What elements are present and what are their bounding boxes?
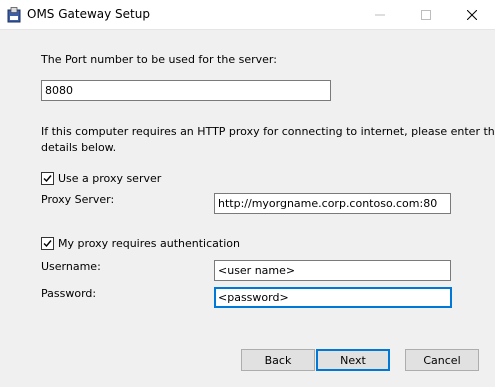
window-title: OMS Gateway Setup: [27, 7, 150, 21]
use-proxy-label: Use a proxy server: [58, 172, 162, 185]
maximize-icon: [421, 9, 431, 20]
auth-checkbox-row[interactable]: My proxy requires authentication: [41, 237, 240, 250]
next-button[interactable]: Next: [316, 349, 390, 371]
proxy-info-line2: details below.: [41, 141, 117, 154]
minimize-icon: [375, 14, 385, 15]
checkmark-icon: [43, 175, 52, 183]
auth-label: My proxy requires authentication: [58, 237, 240, 250]
checkmark-icon: [43, 240, 52, 248]
installer-app-icon: [7, 7, 21, 23]
maximize-button[interactable]: [403, 0, 449, 29]
use-proxy-checkbox-row[interactable]: Use a proxy server: [41, 172, 161, 185]
username-label: Username:: [41, 260, 101, 273]
back-button[interactable]: Back: [241, 349, 315, 371]
use-proxy-checkbox[interactable]: [41, 172, 54, 185]
setup-dialog-body: The Port number to be used for the serve…: [0, 30, 495, 387]
cancel-button[interactable]: Cancel: [405, 349, 479, 371]
password-input[interactable]: <password>: [214, 287, 452, 308]
username-input[interactable]: <user name>: [214, 260, 451, 281]
title-bar: OMS Gateway Setup: [0, 0, 495, 30]
auth-checkbox[interactable]: [41, 237, 54, 250]
proxy-info-line1: If this computer requires an HTTP proxy …: [41, 125, 495, 138]
proxy-server-label: Proxy Server:: [41, 193, 115, 206]
proxy-server-input[interactable]: http://myorgname.corp.contoso.com:80: [214, 193, 451, 214]
port-label: The Port number to be used for the serve…: [41, 53, 277, 66]
close-button[interactable]: [449, 0, 495, 29]
port-input[interactable]: 8080: [41, 80, 331, 101]
minimize-button[interactable]: [357, 0, 403, 29]
password-label: Password:: [41, 287, 97, 300]
close-icon: [467, 9, 477, 20]
